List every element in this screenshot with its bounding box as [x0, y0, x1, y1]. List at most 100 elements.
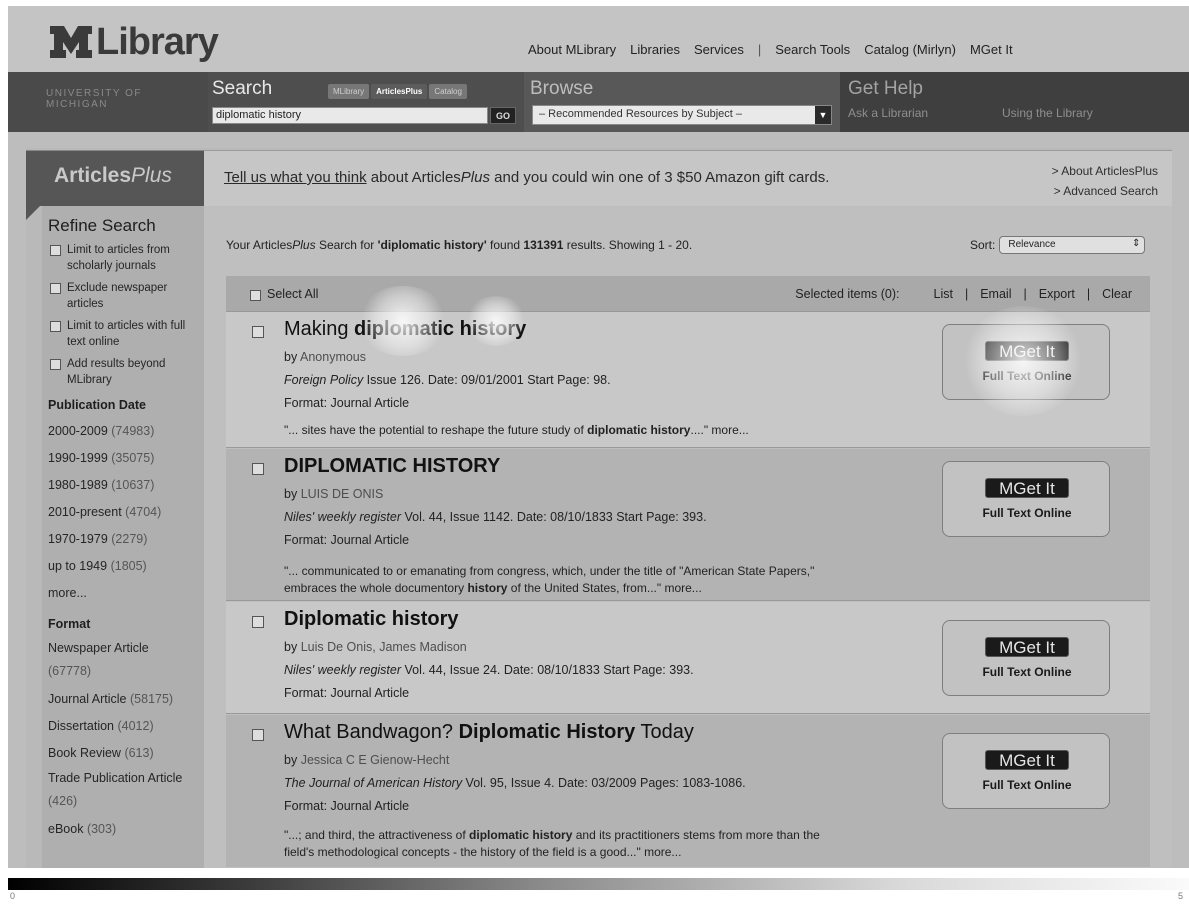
- by-label: by: [284, 350, 300, 364]
- search-panel: Search MLibrary ArticlesPlus Catalog dip…: [208, 72, 524, 132]
- nav-mgetit[interactable]: MGet It: [970, 42, 1013, 57]
- select-all[interactable]: Select All: [248, 287, 318, 301]
- facet-format[interactable]: Trade Publication Article (426): [48, 767, 204, 813]
- limit-exclude-newspaper[interactable]: Exclude newspaper articles: [48, 280, 204, 312]
- facet-format[interactable]: Dissertation (4012): [48, 713, 204, 740]
- checkbox[interactable]: [50, 321, 61, 332]
- facet-count: (74983): [111, 424, 155, 438]
- about-articlesplus-link[interactable]: > About ArticlesPlus: [1052, 161, 1158, 181]
- mgetit-button[interactable]: MGet It Full Text Online: [942, 461, 1110, 537]
- snippet-more[interactable]: ...." more...: [690, 423, 748, 437]
- summary-italic: Plus: [292, 238, 316, 252]
- result-checkbox[interactable]: [252, 326, 264, 338]
- advanced-search-link[interactable]: > Advanced Search: [1052, 181, 1158, 201]
- mlibrary-logo[interactable]: Library: [48, 20, 219, 64]
- nav-about[interactable]: About MLibrary: [528, 42, 616, 57]
- tab-notch: [26, 206, 40, 220]
- limit-beyond-mlibrary[interactable]: Add results beyond MLibrary: [48, 356, 204, 388]
- result-snippet: "... communicated to or emanating from c…: [284, 563, 854, 597]
- snippet-highlight: diplomatic history: [587, 423, 691, 437]
- result-item: DIPLOMATIC HISTORY by LUIS DE ONIS Niles…: [226, 449, 1150, 601]
- full-text-online-label: Full Text Online: [982, 665, 1072, 679]
- getit-label: Get It: [1013, 479, 1055, 498]
- facet-label: up to 1949: [48, 559, 108, 573]
- checkbox[interactable]: [50, 283, 61, 294]
- summary-b: Search for: [315, 238, 378, 252]
- getit-label: Get It: [1013, 342, 1055, 361]
- browse-title: Browse: [530, 78, 594, 99]
- selected-actions: Selected items (0): List | Email | Expor…: [783, 287, 1132, 301]
- clear-action[interactable]: Clear: [1102, 287, 1132, 301]
- tab-articlesplus[interactable]: ArticlesPlus: [371, 84, 428, 99]
- export-action[interactable]: Export: [1039, 287, 1075, 301]
- facet-count: (58175): [130, 692, 174, 706]
- ask-librarian-link[interactable]: Ask a Librarian: [848, 106, 928, 120]
- mgetit-button[interactable]: MGet It Full Text Online: [942, 324, 1110, 400]
- facet-pubdate[interactable]: 2010-present (4704): [48, 499, 204, 526]
- limit-scholarly[interactable]: Limit to articles from scholarly journal…: [48, 242, 204, 274]
- result-title[interactable]: DIPLOMATIC HISTORY: [284, 455, 500, 478]
- source-title: Niles' weekly register: [284, 510, 402, 524]
- banner-text: Tell us what you think about ArticlesPlu…: [224, 169, 829, 186]
- result-checkbox[interactable]: [252, 463, 264, 475]
- facet-format[interactable]: Newspaper Article (67778): [48, 637, 204, 683]
- checkbox[interactable]: [50, 245, 61, 256]
- search-input[interactable]: diplomatic history: [212, 107, 488, 124]
- snippet-highlight: history: [467, 581, 508, 595]
- mgetit-button[interactable]: MGet It Full Text Online: [942, 620, 1110, 696]
- list-action[interactable]: List: [934, 287, 953, 301]
- result-item: Diplomatic history by Luis De Onis, Jame…: [226, 602, 1150, 714]
- author-link[interactable]: LUIS DE ONIS: [301, 487, 384, 501]
- scale-max-label: 5: [1178, 891, 1184, 901]
- refine-search-heading: Refine Search: [48, 216, 156, 235]
- pubdate-more-link[interactable]: more...: [48, 580, 204, 607]
- go-button[interactable]: GO: [490, 107, 516, 124]
- summary-d: results. Showing 1 - 20.: [563, 238, 693, 252]
- mgetit-button[interactable]: MGet It Full Text Online: [942, 733, 1110, 809]
- result-title[interactable]: Diplomatic history: [284, 608, 458, 631]
- getit-label: Get It: [1013, 751, 1055, 770]
- checkbox[interactable]: [250, 290, 261, 301]
- facet-label: 2000-2009: [48, 424, 108, 438]
- facet-pubdate[interactable]: 1990-1999 (35075): [48, 445, 204, 472]
- nav-search-tools[interactable]: Search Tools: [775, 42, 850, 57]
- facet-count: (4704): [125, 505, 162, 519]
- browse-subject-select[interactable]: – Recommended Resources by Subject – ▼: [532, 105, 832, 125]
- using-library-link[interactable]: Using the Library: [1002, 106, 1093, 120]
- limit-full-text[interactable]: Limit to articles with full text online: [48, 318, 204, 350]
- search-title: Search: [212, 78, 273, 99]
- nav-services[interactable]: Services: [694, 42, 744, 57]
- author-link[interactable]: Luis De Onis, James Madison: [301, 640, 467, 654]
- snippet-more[interactable]: of the United States, from..." more...: [507, 581, 702, 595]
- facet-format[interactable]: eBook (303): [48, 816, 204, 843]
- sort-select[interactable]: Relevance ⇕: [999, 236, 1146, 254]
- result-format: Format: Journal Article: [284, 533, 410, 547]
- facet-pubdate[interactable]: 1980-1989 (10637): [48, 472, 204, 499]
- facet-count: (613): [124, 746, 154, 760]
- author-link[interactable]: Jessica C E Gienow-Hecht: [301, 753, 450, 767]
- author-link[interactable]: Anonymous: [300, 350, 366, 364]
- source-details: Vol. 95, Issue 4. Date: 03/2009 Pages: 1…: [462, 776, 746, 790]
- snippet-part: "...; and third, the attractiveness of: [284, 828, 470, 842]
- tab-mlibrary[interactable]: MLibrary: [328, 84, 370, 99]
- action-separator: |: [964, 287, 969, 301]
- facet-pubdate[interactable]: 2000-2009 (74983): [48, 418, 204, 445]
- result-checkbox[interactable]: [252, 729, 264, 741]
- source-details: Issue 126. Date: 09/01/2001 Start Page: …: [363, 373, 611, 387]
- result-checkbox[interactable]: [252, 616, 264, 628]
- tab-catalog[interactable]: Catalog: [429, 84, 467, 99]
- facet-format[interactable]: Book Review (613): [48, 740, 204, 767]
- format-heading: Format: [48, 617, 91, 631]
- result-source: Niles' weekly register Vol. 44, Issue 24…: [284, 663, 694, 677]
- facet-pubdate[interactable]: 1970-1979 (2279): [48, 526, 204, 553]
- facet-format[interactable]: Journal Article (58175): [48, 686, 204, 713]
- email-action[interactable]: Email: [980, 287, 1011, 301]
- nav-catalog[interactable]: Catalog (Mirlyn): [864, 42, 956, 57]
- nav-libraries[interactable]: Libraries: [630, 42, 680, 57]
- site-header: Library About MLibrary Libraries Service…: [8, 6, 1189, 72]
- facet-pubdate[interactable]: up to 1949 (1805): [48, 553, 204, 580]
- result-title[interactable]: Making diplomatic history: [284, 318, 526, 341]
- feedback-link[interactable]: Tell us what you think: [224, 169, 367, 186]
- checkbox[interactable]: [50, 359, 61, 370]
- result-title[interactable]: What Bandwagon? Diplomatic History Today: [284, 721, 694, 744]
